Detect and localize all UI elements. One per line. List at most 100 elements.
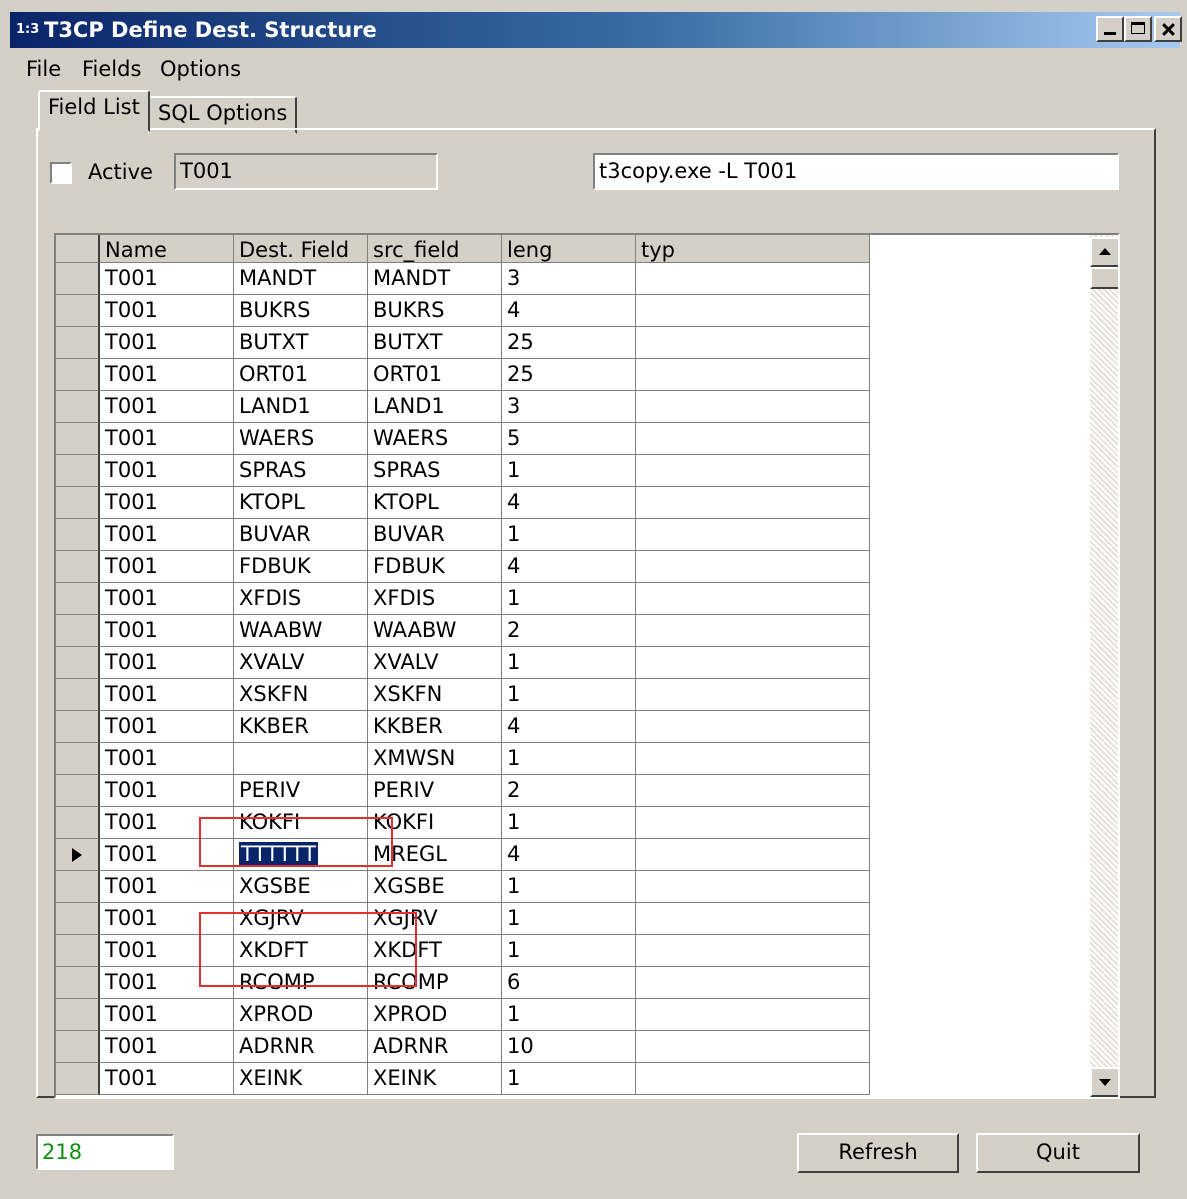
table-cell[interactable]: BUVAR (234, 519, 368, 551)
table-cell[interactable]: BUTXT (368, 327, 502, 359)
table-cell[interactable] (636, 583, 870, 615)
row-header[interactable] (56, 967, 100, 999)
quit-button[interactable]: Quit (976, 1133, 1140, 1173)
close-button[interactable] (1154, 16, 1182, 42)
table-cell[interactable]: KOKFI (368, 807, 502, 839)
table-cell[interactable]: T001 (100, 263, 234, 295)
table-cell[interactable]: ORT01 (368, 359, 502, 391)
table-cell[interactable]: FDBUK (368, 551, 502, 583)
row-header[interactable] (56, 359, 100, 391)
table-cell[interactable] (636, 327, 870, 359)
table-cell[interactable] (636, 743, 870, 775)
table-cell[interactable]: 5 (502, 423, 636, 455)
table-cell[interactable]: 4 (502, 551, 636, 583)
table-cell[interactable]: BUTXT (234, 327, 368, 359)
row-header[interactable] (56, 551, 100, 583)
table-cell[interactable]: T001 (100, 903, 234, 935)
table-cell[interactable]: T001 (100, 519, 234, 551)
table-cell[interactable] (636, 295, 870, 327)
row-header[interactable] (56, 455, 100, 487)
table-cell[interactable]: LAND1 (234, 391, 368, 423)
scroll-up-button[interactable] (1090, 237, 1118, 267)
table-cell[interactable]: T001 (100, 551, 234, 583)
row-header[interactable] (56, 327, 100, 359)
row-header[interactable] (56, 295, 100, 327)
row-header[interactable] (56, 1063, 100, 1095)
row-header[interactable] (56, 839, 100, 871)
table-cell[interactable]: XEINK (368, 1063, 502, 1095)
table-cell[interactable] (636, 423, 870, 455)
table-cell[interactable]: T001 (100, 647, 234, 679)
table-cell[interactable]: XGSBE (234, 871, 368, 903)
table-cell[interactable]: T001 (100, 807, 234, 839)
row-header[interactable] (56, 583, 100, 615)
table-cell[interactable] (636, 551, 870, 583)
table-cell[interactable]: XEINK (234, 1063, 368, 1095)
table-cell[interactable] (636, 999, 870, 1031)
maximize-button[interactable] (1124, 16, 1152, 42)
table-cell[interactable] (636, 935, 870, 967)
table-cell[interactable]: 1 (502, 647, 636, 679)
table-cell[interactable]: XFDIS (234, 583, 368, 615)
active-checkbox[interactable] (50, 162, 72, 184)
table-cell[interactable]: T001 (100, 487, 234, 519)
table-cell[interactable]: WAABW (234, 615, 368, 647)
table-cell[interactable]: T001 (100, 583, 234, 615)
table-cell[interactable]: XFDIS (368, 583, 502, 615)
table-cell[interactable]: RCOMP (234, 967, 368, 999)
row-header[interactable] (56, 423, 100, 455)
table-cell[interactable]: T001 (100, 423, 234, 455)
table-cell[interactable]: T001 (100, 295, 234, 327)
table-cell[interactable]: T001 (100, 327, 234, 359)
row-header[interactable] (56, 775, 100, 807)
table-cell[interactable]: MANDT (234, 263, 368, 295)
table-cell[interactable] (636, 807, 870, 839)
table-cell[interactable]: 1 (502, 455, 636, 487)
table-cell[interactable]: BUKRS (368, 295, 502, 327)
row-header[interactable] (56, 711, 100, 743)
table-cell[interactable] (636, 1031, 870, 1063)
table-cell[interactable]: 1 (502, 1063, 636, 1095)
table-cell[interactable]: XVALV (368, 647, 502, 679)
row-header[interactable] (56, 263, 100, 295)
table-cell[interactable]: 10 (502, 1031, 636, 1063)
row-header[interactable] (56, 935, 100, 967)
row-header[interactable] (56, 647, 100, 679)
table-cell[interactable]: 25 (502, 327, 636, 359)
table-cell[interactable]: T001 (100, 871, 234, 903)
column-header[interactable]: leng (502, 235, 636, 263)
table-cell[interactable] (636, 391, 870, 423)
column-header[interactable]: src_field (368, 235, 502, 263)
vertical-scrollbar[interactable] (1090, 235, 1118, 1097)
table-cell[interactable] (636, 775, 870, 807)
table-cell[interactable]: T001 (100, 1031, 234, 1063)
table-cell[interactable]: 4 (502, 839, 636, 871)
table-cell[interactable]: T001 (100, 359, 234, 391)
table-cell[interactable]: 2 (502, 615, 636, 647)
table-cell[interactable] (636, 711, 870, 743)
table-cell[interactable]: LAND1 (368, 391, 502, 423)
field-grid[interactable]: Name Dest. Field src_field leng typ T001 MANDT… (54, 233, 1120, 1099)
table-cell[interactable]: T001 (100, 999, 234, 1031)
table-cell[interactable]: 2 (502, 775, 636, 807)
table-cell[interactable] (636, 455, 870, 487)
row-header[interactable] (56, 903, 100, 935)
table-cell[interactable]: ADRNR (234, 1031, 368, 1063)
table-cell[interactable]: 1 (502, 903, 636, 935)
table-cell[interactable]: BUKRS (234, 295, 368, 327)
table-cell[interactable]: KKBER (368, 711, 502, 743)
row-header[interactable] (56, 807, 100, 839)
table-cell[interactable]: 4 (502, 711, 636, 743)
table-cell[interactable] (636, 487, 870, 519)
table-cell[interactable]: PERIV (234, 775, 368, 807)
table-cell[interactable]: XSKFN (234, 679, 368, 711)
scroll-thumb[interactable] (1090, 267, 1118, 289)
table-cell[interactable]: 3 (502, 263, 636, 295)
table-cell[interactable]: 3 (502, 391, 636, 423)
table-cell[interactable]: T001 (100, 679, 234, 711)
table-cell[interactable]: TTTTTT (234, 839, 368, 871)
table-cell[interactable]: ORT01 (234, 359, 368, 391)
table-cell[interactable]: KOKFI (234, 807, 368, 839)
row-header[interactable] (56, 1031, 100, 1063)
table-cell[interactable]: 4 (502, 295, 636, 327)
